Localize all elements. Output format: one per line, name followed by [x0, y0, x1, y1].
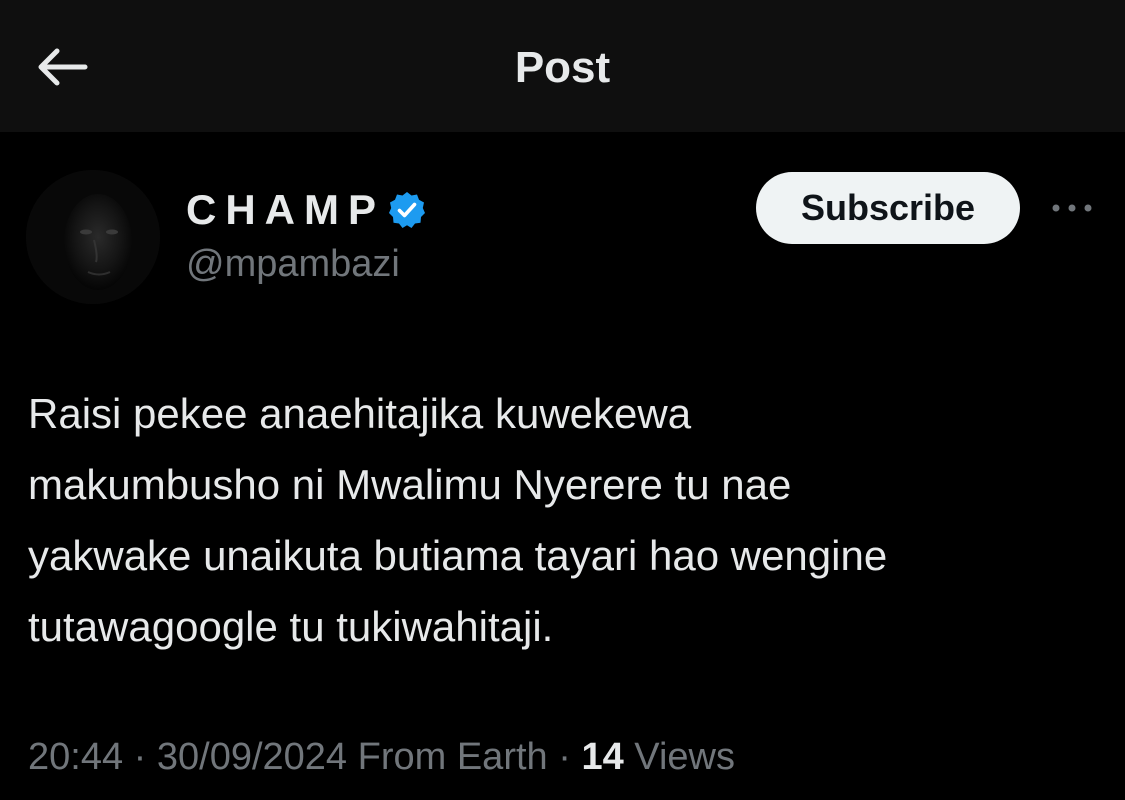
display-name[interactable]: CHAMP — [186, 184, 385, 236]
post-source: From Earth — [357, 736, 548, 778]
post-text: Raisi pekee anaehitajika kuwekewa makumb… — [28, 390, 888, 650]
author-name-row[interactable]: CHAMP — [186, 184, 427, 236]
avatar-image — [26, 170, 160, 304]
avatar[interactable] — [26, 170, 160, 304]
more-options-button[interactable] — [1044, 188, 1100, 228]
meta-separator: · — [558, 736, 571, 778]
more-horizontal-icon — [1052, 204, 1092, 212]
post-time[interactable]: 20:44 — [28, 736, 123, 778]
top-bar: Post — [0, 0, 1125, 132]
meta-separator: · — [133, 736, 147, 778]
post-metadata: 20:44 · 30/09/2024 From Earth · 14 Views — [28, 732, 735, 782]
post-screen: Post CHAMP @mpambazi Subscribe Raisi pek… — [0, 0, 1125, 800]
author-handle[interactable]: @mpambazi — [186, 240, 400, 288]
post-date[interactable]: 30/09/2024 — [157, 736, 347, 778]
page-title: Post — [514, 43, 611, 92]
views-count[interactable]: 14 — [581, 736, 623, 778]
subscribe-button[interactable]: Subscribe — [756, 172, 1020, 244]
verified-badge-icon — [389, 192, 425, 228]
views-label[interactable]: Views — [634, 736, 735, 778]
